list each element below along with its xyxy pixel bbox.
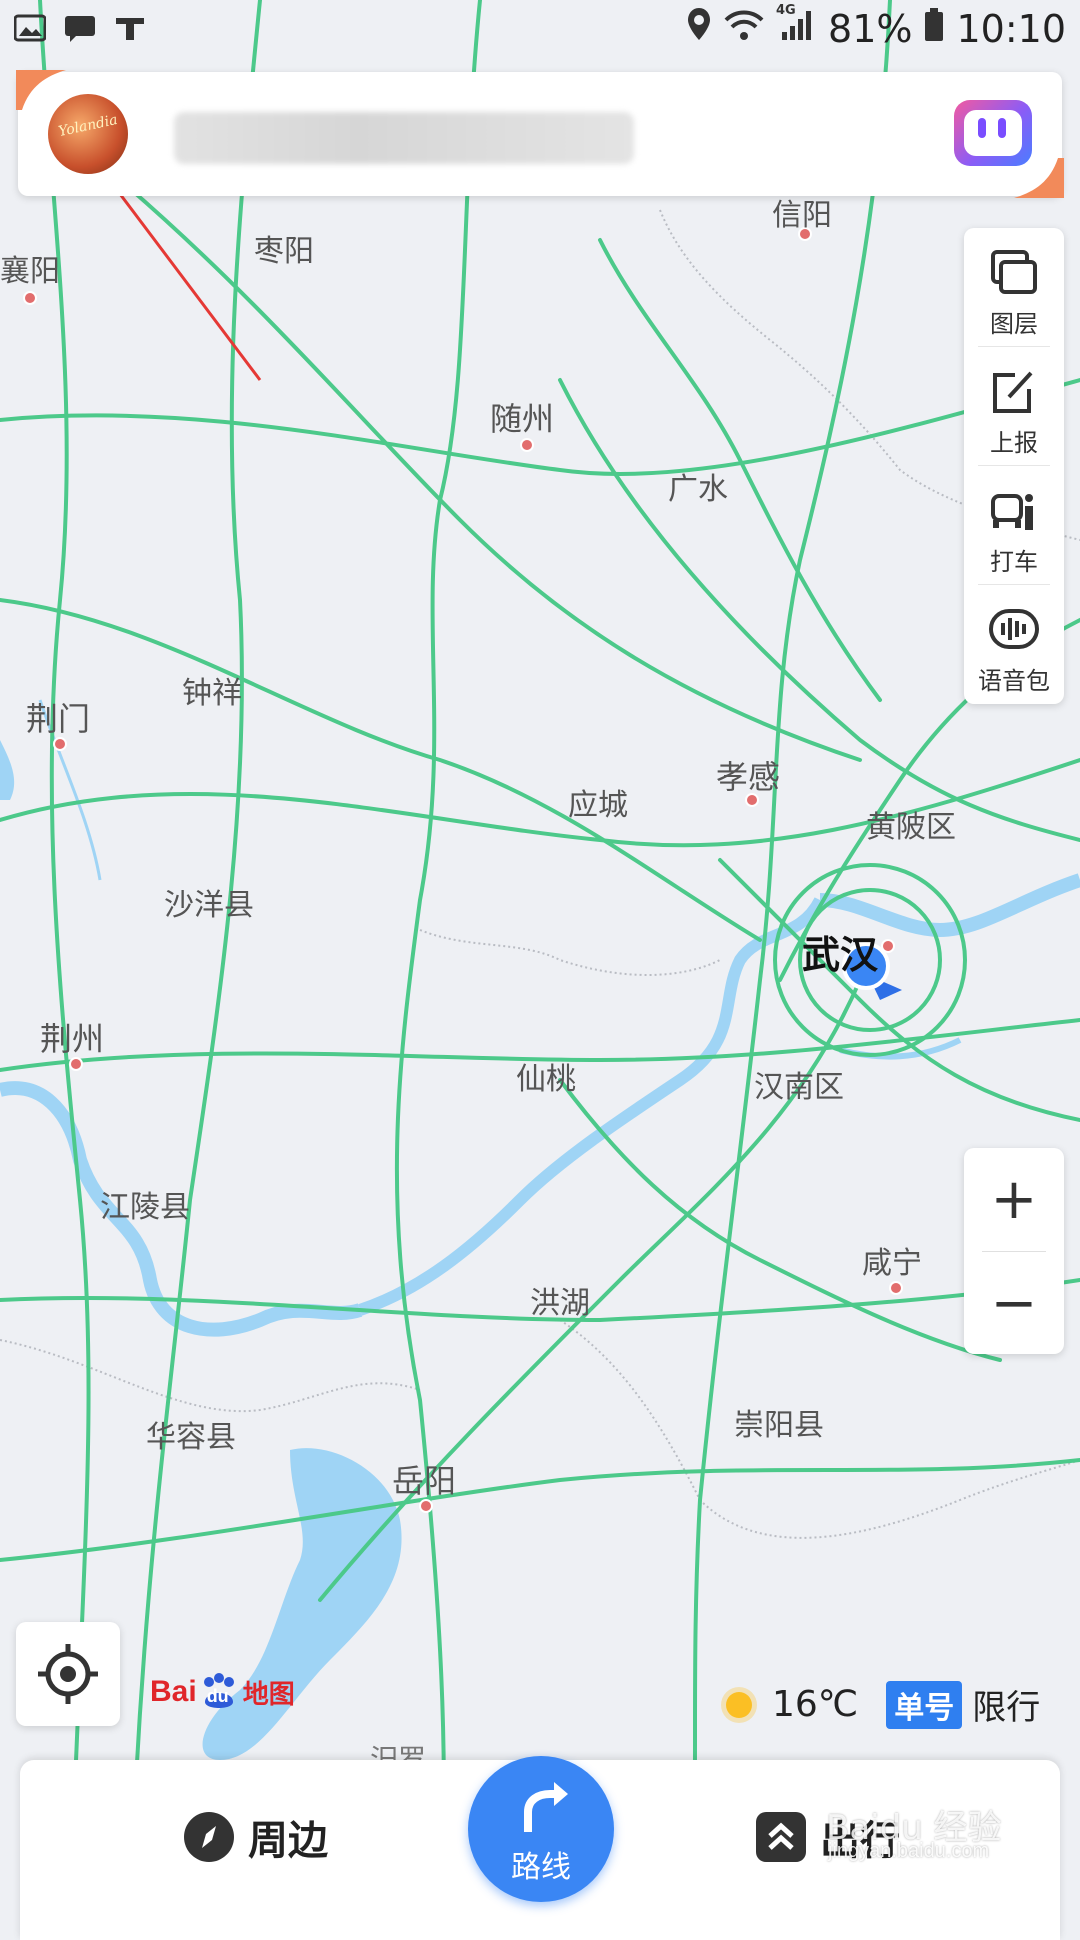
logo-text: Bai xyxy=(150,1675,197,1708)
route-button[interactable]: 路线 xyxy=(468,1756,614,1902)
signal-icon: 4G xyxy=(776,3,816,51)
city-label: 江陵县 xyxy=(100,1190,190,1225)
taxi-icon xyxy=(991,494,1033,530)
map-tools-panel: 图层 上报 打车 语音包 xyxy=(964,228,1064,704)
avatar-text: Yolandia xyxy=(56,111,120,141)
status-bar: 4G 81% 10:10 xyxy=(0,0,1080,62)
watermark-url: jingyan.baidu.com xyxy=(828,1840,990,1862)
clock: 10:10 xyxy=(956,6,1066,51)
battery-icon xyxy=(924,7,944,51)
location-icon xyxy=(686,6,712,51)
logo-du: du xyxy=(206,1686,229,1706)
city-label: 信阳 xyxy=(772,198,832,233)
report-button[interactable]: 上报 xyxy=(964,347,1064,465)
network-type: 4G xyxy=(776,2,796,18)
city-label: 钟祥 xyxy=(182,676,242,711)
city-label: 沙洋县 xyxy=(164,888,254,923)
city-label: 洪湖 xyxy=(530,1286,590,1321)
city-label: 枣阳 xyxy=(254,234,314,269)
city-label: 汉南区 xyxy=(754,1070,844,1105)
city-label: 应城 xyxy=(568,788,628,823)
usb-icon xyxy=(114,14,146,42)
paw-icon: du xyxy=(199,1672,239,1712)
layers-icon xyxy=(991,250,1037,294)
city-label: 华容县 xyxy=(146,1420,236,1455)
city-label: 岳阳 xyxy=(392,1462,457,1500)
logo-cn: 地图 xyxy=(242,1678,295,1709)
city-label: 黄陂区 xyxy=(866,810,956,845)
voice-pack-button[interactable]: 语音包 xyxy=(964,585,1064,703)
city-label: 武汉 xyxy=(802,933,879,977)
sun-icon xyxy=(726,1691,752,1718)
city-label: 襄阳 xyxy=(0,254,60,289)
compass-icon xyxy=(184,1812,234,1862)
voice-assistant-button[interactable] xyxy=(954,100,1032,166)
city-label: 咸宁 xyxy=(862,1246,922,1281)
layers-label: 图层 xyxy=(990,310,1038,338)
temperature: 16℃ xyxy=(772,1684,859,1725)
city-label: 孝感 xyxy=(716,758,781,796)
taxi-label: 打车 xyxy=(990,548,1038,576)
map-canvas[interactable] xyxy=(0,0,1080,1920)
gallery-icon xyxy=(13,14,47,42)
message-icon xyxy=(64,14,96,42)
layers-button[interactable]: 图层 xyxy=(964,228,1064,346)
voice-pack-icon xyxy=(989,609,1039,649)
city-label: 荆州 xyxy=(40,1020,105,1058)
city-label: 仙桃 xyxy=(516,1062,576,1097)
city-label: 荆门 xyxy=(26,700,91,738)
route-arrow-icon xyxy=(524,1782,568,1832)
search-bar[interactable]: Yolandia xyxy=(16,70,1064,198)
report-icon xyxy=(993,371,1033,413)
baidu-map-logo: Bai du 地图 xyxy=(150,1672,295,1712)
voice-pack-label: 语音包 xyxy=(978,667,1050,695)
city-label: 随州 xyxy=(490,400,555,438)
battery-percent: 81% xyxy=(828,6,913,51)
travel-icon xyxy=(756,1812,806,1862)
route-label: 路线 xyxy=(511,1850,571,1885)
wifi-icon xyxy=(724,7,764,51)
crosshair-icon xyxy=(38,1644,98,1704)
zoom-control: + − xyxy=(964,1148,1064,1354)
nearby-button[interactable]: 周边 xyxy=(184,1808,328,1866)
avatar[interactable]: Yolandia xyxy=(48,94,128,174)
weather-widget[interactable]: 16℃ 单号 限行 xyxy=(726,1680,1040,1729)
city-label: 崇阳县 xyxy=(734,1408,824,1443)
nearby-label: 周边 xyxy=(248,1818,328,1864)
decor-corner-icon xyxy=(16,70,66,110)
traffic-restriction-badge: 单号 xyxy=(886,1680,963,1729)
zoom-out-button[interactable]: − xyxy=(964,1252,1064,1354)
report-label: 上报 xyxy=(990,429,1038,457)
locate-button[interactable] xyxy=(16,1622,120,1726)
city-label: 广水 xyxy=(668,472,728,507)
search-input[interactable] xyxy=(174,112,634,164)
taxi-button[interactable]: 打车 xyxy=(964,466,1064,584)
zoom-in-button[interactable]: + xyxy=(964,1148,1064,1250)
assistant-icon xyxy=(964,110,1022,156)
traffic-restriction-label: 限行 xyxy=(972,1688,1041,1728)
